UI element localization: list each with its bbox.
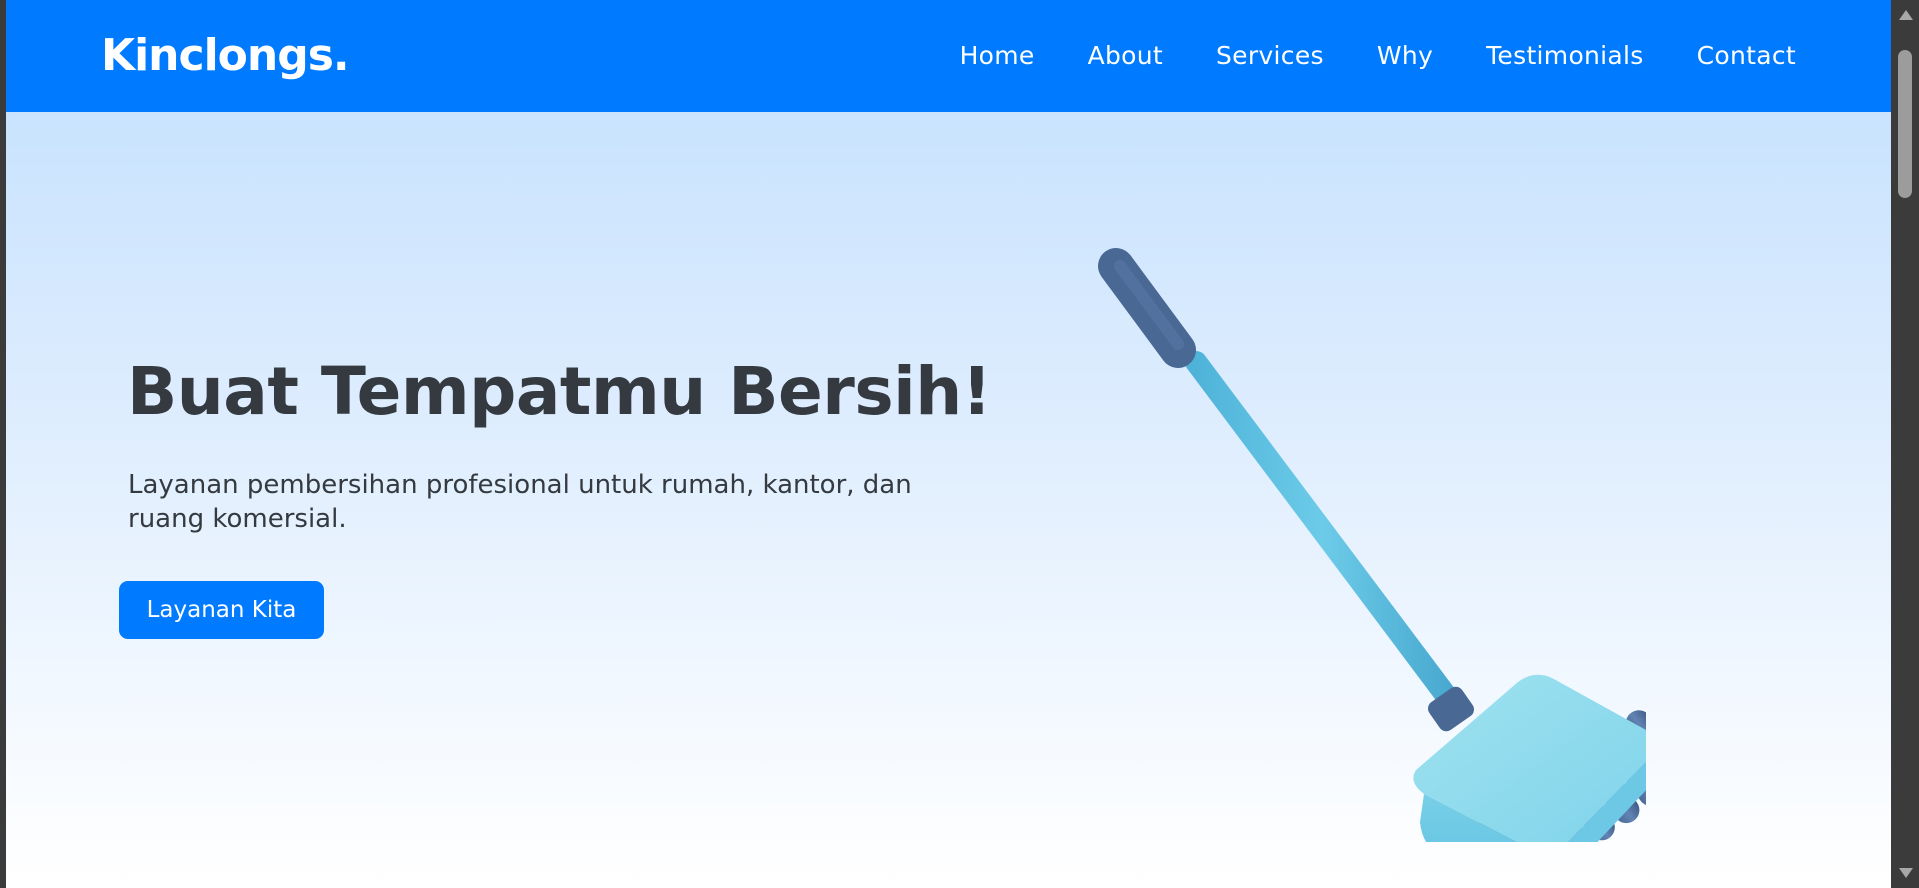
nav-link-testimonials[interactable]: Testimonials bbox=[1486, 38, 1644, 74]
nav-link-contact[interactable]: Contact bbox=[1697, 38, 1796, 74]
scroll-down-arrow-icon[interactable] bbox=[1899, 868, 1913, 878]
hero-section: Buat Tempatmu Bersih! Layanan pembersiha… bbox=[6, 112, 1891, 888]
scroll-thumb[interactable] bbox=[1898, 50, 1912, 198]
browser-frame: Kinclongs. Home About Services Why Testi… bbox=[0, 0, 1919, 888]
vertical-scrollbar[interactable] bbox=[1891, 0, 1919, 888]
scroll-up-arrow-icon[interactable] bbox=[1899, 10, 1913, 20]
hero-subtitle: Layanan pembersihan profesional untuk ru… bbox=[128, 470, 912, 534]
page-viewport: Kinclongs. Home About Services Why Testi… bbox=[6, 0, 1891, 888]
navbar: Kinclongs. Home About Services Why Testi… bbox=[6, 0, 1891, 112]
nav-links: Home About Services Why Testimonials Con… bbox=[907, 38, 1796, 74]
nav-link-about[interactable]: About bbox=[1088, 38, 1163, 74]
services-button[interactable]: Layanan Kita bbox=[119, 581, 324, 639]
nav-link-why[interactable]: Why bbox=[1377, 38, 1433, 74]
broom-icon bbox=[1098, 248, 1646, 842]
brand-logo[interactable]: Kinclongs. bbox=[101, 26, 350, 86]
nav-link-services[interactable]: Services bbox=[1216, 38, 1324, 74]
hero-title: Buat Tempatmu Bersih! bbox=[127, 353, 992, 430]
nav-link-home[interactable]: Home bbox=[960, 38, 1035, 74]
